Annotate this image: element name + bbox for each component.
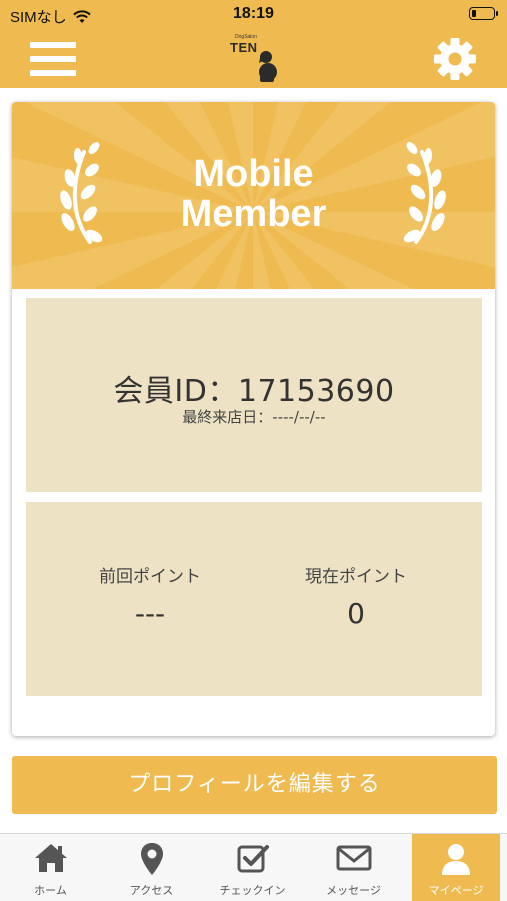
battery-level xyxy=(472,10,476,17)
tab-access[interactable]: アクセス xyxy=(101,834,202,901)
member-card: Mobile Member 会員ID：17153690 最終来店日：----/-… xyxy=(12,102,495,736)
member-id-panel: 会員ID：17153690 最終来店日：----/--/-- xyxy=(26,298,482,492)
user-icon xyxy=(442,844,470,875)
current-points-label: 現在ポイント xyxy=(305,567,407,587)
tab-mypage-label: マイページ xyxy=(428,884,484,897)
mobile-member-title: Mobile Member xyxy=(180,153,327,235)
tab-access-label: アクセス xyxy=(129,884,174,897)
tab-mypage[interactable]: マイページ xyxy=(412,834,500,901)
checkin-icon xyxy=(237,845,269,873)
bottom-tab-bar: ホーム アクセス チェックイン メッセージ マイページ xyxy=(0,833,507,901)
last-visit-date: 最終来店日：----/--/-- xyxy=(182,408,326,426)
settings-gear-icon[interactable] xyxy=(432,36,478,82)
dog-silhouette-icon xyxy=(259,51,277,82)
current-points: 現在ポイント 0 xyxy=(256,562,456,630)
tab-checkin[interactable]: チェックイン xyxy=(202,834,303,901)
tab-home[interactable]: ホーム xyxy=(0,834,101,901)
tab-checkin-label: チェックイン xyxy=(219,884,286,897)
envelope-icon xyxy=(336,845,371,871)
edit-profile-button[interactable]: プロフィールを編集する xyxy=(12,756,497,814)
previous-points: 前回ポイント --- xyxy=(50,562,250,630)
previous-points-label: 前回ポイント xyxy=(99,567,201,587)
tab-message-label: メッセージ xyxy=(326,884,381,897)
shop-logo: DogSalon TEN xyxy=(226,32,282,84)
current-points-value: 0 xyxy=(347,597,365,630)
hamburger-menu-icon[interactable] xyxy=(30,40,76,78)
battery-icon xyxy=(469,7,498,20)
tab-home-label: ホーム xyxy=(34,884,67,897)
app-header: DogSalon TEN xyxy=(0,30,507,88)
home-icon xyxy=(34,844,67,872)
previous-points-value: --- xyxy=(134,597,166,630)
status-time: 18:19 xyxy=(233,5,274,22)
tab-message[interactable]: メッセージ xyxy=(303,834,404,901)
points-panel: 前回ポイント --- 現在ポイント 0 xyxy=(26,502,482,696)
member-banner: Mobile Member xyxy=(12,102,495,289)
status-bar: SIMなし 18:19 xyxy=(0,0,507,30)
map-pin-icon xyxy=(140,843,163,875)
member-id: 会員ID：17153690 xyxy=(113,374,395,409)
